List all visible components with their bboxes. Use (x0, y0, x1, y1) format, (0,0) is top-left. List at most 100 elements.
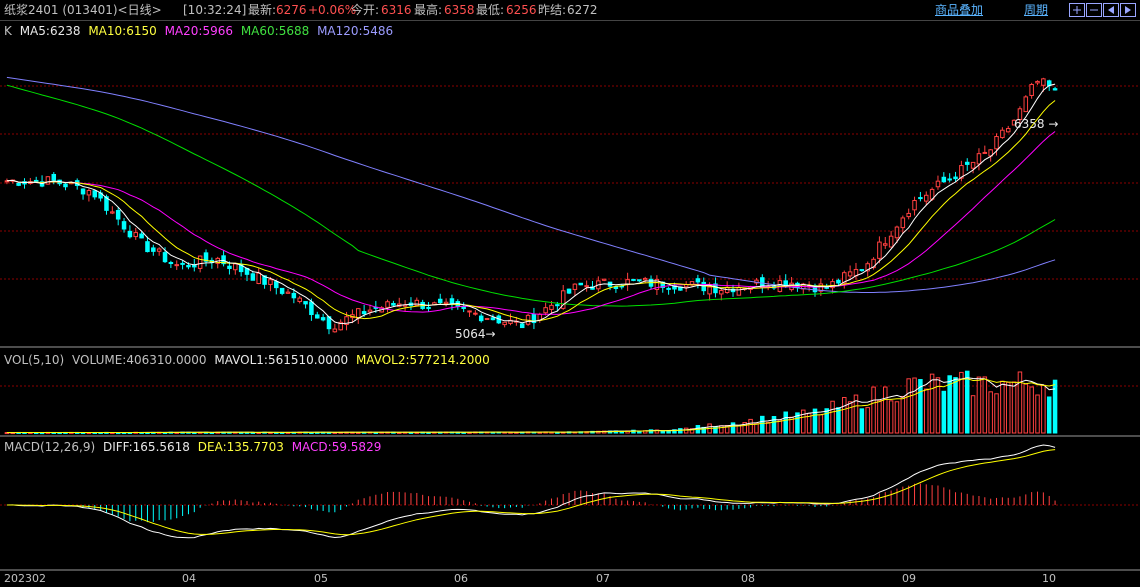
candle (361, 311, 367, 315)
ma20-legend: MA20:5966 (164, 24, 233, 38)
volume-bar (1046, 396, 1052, 434)
candle (900, 217, 906, 229)
candle (484, 318, 490, 321)
volume-bar (906, 378, 911, 434)
candle (719, 290, 724, 295)
candle (197, 255, 203, 269)
candle (115, 209, 121, 220)
instrument-title[interactable]: 纸浆2401 (013401)<日线> (4, 3, 162, 17)
x-tick-0: 202302 (4, 572, 46, 585)
volume-bar (959, 371, 964, 434)
candle (1041, 78, 1046, 86)
volume-bar (877, 399, 882, 434)
low-value: 6256 (506, 3, 537, 17)
candle (437, 298, 443, 304)
volume-bar (842, 396, 847, 434)
candle (566, 288, 572, 294)
candle (578, 282, 584, 286)
macd-legend: MACD(12,26,9) DIFF:165.5618 DEA:135.7703… (4, 440, 385, 454)
candle (461, 306, 466, 309)
ma5-legend: MA5:6238 (19, 24, 81, 38)
candle (976, 153, 982, 165)
candle (1000, 129, 1005, 139)
candle (736, 286, 742, 296)
candle (543, 307, 548, 314)
candle (642, 277, 648, 281)
scroll-left-icon[interactable] (1103, 3, 1119, 17)
zoom-in-icon[interactable] (1069, 3, 1085, 17)
high-label: 最高: (414, 3, 443, 17)
volume-bar (818, 414, 824, 434)
candle (297, 297, 302, 303)
candle (555, 304, 560, 307)
volume-bar (941, 390, 947, 434)
candle (80, 188, 86, 195)
volume-bar (760, 415, 765, 434)
candle (906, 212, 911, 218)
x-tick-1: 04 (182, 572, 196, 585)
candle (935, 180, 941, 188)
volume-bar (988, 391, 993, 434)
candle (707, 286, 712, 295)
candle (385, 301, 390, 308)
candle (174, 264, 179, 267)
mavol2-legend: MAVOL2:577214.2000 (355, 353, 490, 367)
overlay-commodity-link[interactable]: 商品叠加 (935, 3, 983, 17)
volume-bar (730, 422, 736, 434)
open-label: 今开: (351, 3, 380, 17)
candle (666, 287, 671, 290)
candle (970, 161, 976, 169)
candle (426, 306, 431, 309)
candle (1023, 96, 1029, 113)
volume-bar (801, 409, 806, 434)
volume-bar (923, 388, 929, 434)
volume-bar (894, 401, 900, 434)
prev-label: 昨结: (538, 3, 567, 17)
candle (332, 328, 338, 333)
candle (291, 292, 297, 299)
chart-canvas[interactable] (0, 0, 1140, 587)
volume-bar (953, 377, 958, 434)
volume-bar (1035, 394, 1040, 434)
candle (923, 194, 929, 202)
candle (139, 233, 144, 239)
zoom-out-icon[interactable] (1086, 3, 1102, 17)
candle (982, 151, 988, 154)
volume-bar (847, 401, 853, 434)
candle (127, 230, 133, 238)
x-tick-6: 09 (902, 572, 916, 585)
price-legend: K MA5:6238 MA10:6150 MA20:5966 MA60:5688… (4, 24, 397, 38)
quote-header: 纸浆2401 (013401)<日线> [10:32:24] 最新: 6276 … (0, 0, 1140, 21)
scroll-right-icon[interactable] (1120, 3, 1136, 17)
high-marker: 6358 → (1014, 117, 1059, 131)
candle (303, 301, 308, 305)
candle (443, 301, 449, 305)
candle (941, 176, 947, 183)
low-label: 最低: (476, 3, 505, 17)
period-link[interactable]: 周期 (1024, 3, 1048, 17)
candle (637, 279, 642, 282)
change-value: +0.06% (308, 3, 357, 17)
candle (631, 278, 636, 281)
candle (145, 241, 150, 253)
candle (1029, 84, 1034, 96)
candle (473, 312, 478, 315)
candle (1052, 88, 1058, 91)
diff-line (6, 444, 1056, 539)
candle (63, 183, 68, 188)
candle (180, 262, 185, 265)
ma20-line (6, 131, 1056, 315)
candle (268, 279, 273, 285)
diff-legend: DIFF:165.5618 (102, 440, 190, 454)
volume-bar (666, 430, 671, 434)
candle (584, 285, 589, 288)
volume-legend: VOL(5,10) VOLUME:406310.0000 MAVOL1:5615… (4, 353, 494, 367)
volume-bar (824, 408, 829, 434)
candle (947, 178, 952, 181)
candle (168, 262, 174, 265)
dea-line (6, 449, 1056, 536)
candle (309, 301, 314, 316)
candle (964, 161, 970, 165)
candle (86, 190, 92, 196)
candle (883, 243, 888, 246)
